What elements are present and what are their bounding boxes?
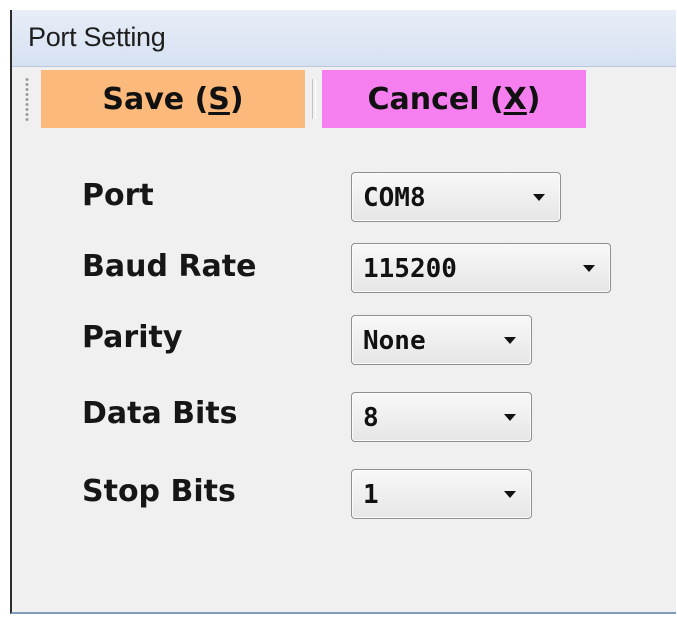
title-bar: Port Setting [12, 10, 676, 67]
port-select[interactable]: COM8 [351, 172, 561, 222]
chevron-down-icon [583, 265, 595, 272]
chevron-down-icon [504, 491, 516, 498]
port-label: Port [82, 178, 154, 213]
baud-rate-select-value: 115200 [363, 254, 457, 284]
cancel-shortcut-key: X [503, 81, 527, 117]
baud-rate-label: Baud Rate [82, 249, 257, 284]
stop-bits-select[interactable]: 1 [351, 469, 532, 519]
window-title: Port Setting [28, 22, 166, 52]
cancel-button[interactable]: Cancel (X) [322, 70, 586, 128]
parity-label: Parity [82, 320, 183, 355]
baud-rate-select[interactable]: 115200 [351, 243, 611, 293]
data-bits-select-value: 8 [363, 403, 379, 433]
chevron-down-icon [533, 194, 545, 201]
port-setting-window: Port Setting Save (S) Cancel (X) Port CO… [10, 10, 676, 614]
toolbar: Save (S) Cancel (X) [12, 67, 676, 131]
data-bits-label: Data Bits [82, 396, 238, 431]
port-select-value: COM8 [363, 183, 426, 213]
chevron-down-icon [504, 414, 516, 421]
save-button-close: ) [229, 81, 244, 117]
stop-bits-select-value: 1 [363, 480, 379, 510]
stop-bits-label: Stop Bits [82, 474, 236, 509]
data-bits-select[interactable]: 8 [351, 392, 532, 442]
toolbar-grip-icon[interactable] [25, 77, 29, 121]
parity-select[interactable]: None [351, 315, 532, 365]
save-button-label: Save ( [102, 81, 209, 117]
cancel-button-label: Cancel ( [367, 81, 504, 117]
parity-select-value: None [363, 326, 426, 356]
toolbar-separator [312, 79, 316, 119]
save-button[interactable]: Save (S) [41, 70, 305, 128]
chevron-down-icon [504, 337, 516, 344]
save-shortcut-key: S [208, 81, 230, 117]
cancel-button-close: ) [526, 81, 541, 117]
